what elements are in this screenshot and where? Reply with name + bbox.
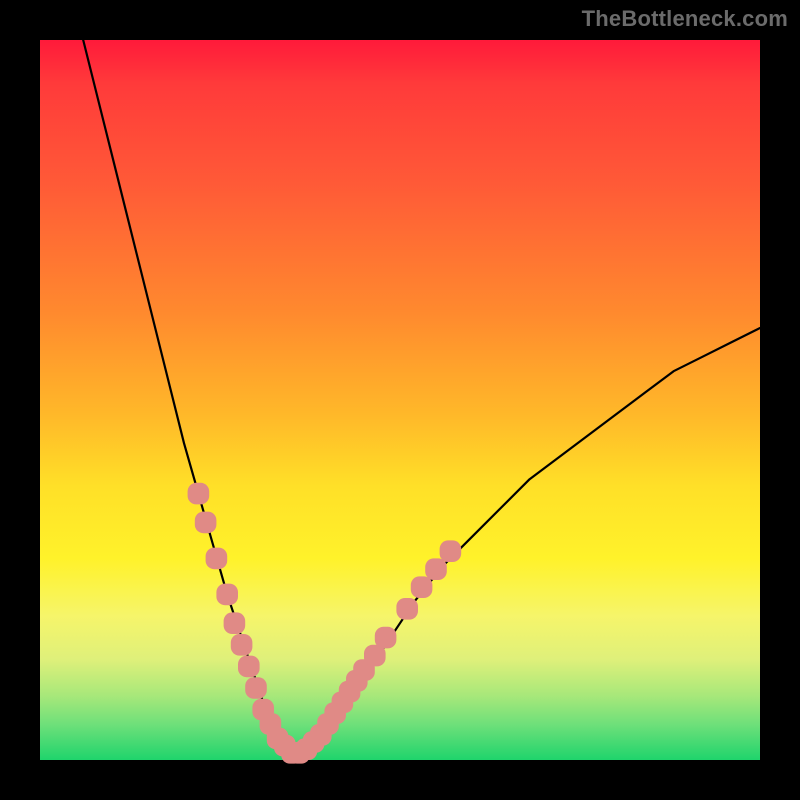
marker (224, 612, 246, 634)
marker (238, 656, 260, 678)
marker (425, 558, 447, 580)
marker (396, 598, 418, 620)
marker (440, 540, 462, 562)
marker (216, 584, 238, 606)
chart-frame: TheBottleneck.com (0, 0, 800, 800)
marker (245, 677, 267, 699)
curve-layer (40, 40, 760, 760)
marker (231, 634, 253, 656)
marker (411, 576, 433, 598)
curve-markers (188, 483, 462, 764)
marker (375, 627, 397, 649)
marker (206, 548, 228, 570)
marker (195, 512, 217, 534)
plot-area (40, 40, 760, 760)
marker (188, 483, 210, 505)
watermark-text: TheBottleneck.com (582, 6, 788, 32)
bottleneck-curve (83, 40, 760, 753)
